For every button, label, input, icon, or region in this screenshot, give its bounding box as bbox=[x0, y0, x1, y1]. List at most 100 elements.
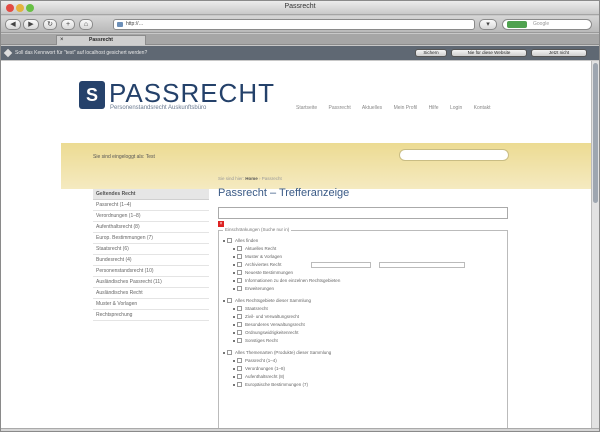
breadcrumb-current: Passrecht bbox=[261, 176, 282, 181]
bullet-icon bbox=[233, 331, 235, 334]
bullet-icon bbox=[233, 315, 235, 318]
page-title: Passrecht – Trefferanzeige bbox=[218, 187, 350, 199]
filter-checkbox[interactable] bbox=[237, 278, 242, 284]
browser-window: Passrecht ◀ ▶ ↻ + ⌂ http://… ▾ Google × … bbox=[0, 0, 600, 432]
filter-option-row: Alles finden bbox=[223, 237, 340, 245]
filter-option-row: Aufenthaltsrecht (8) bbox=[223, 373, 340, 381]
bullet-icon bbox=[233, 247, 235, 250]
sidebar-item[interactable]: Bundesrecht (4) bbox=[93, 255, 209, 266]
filter-option-label: Staatsrecht bbox=[245, 306, 268, 311]
filter-checkbox[interactable] bbox=[237, 314, 242, 320]
not-now-button[interactable]: Jetzt nicht bbox=[531, 49, 587, 57]
filter-checkbox[interactable] bbox=[227, 238, 232, 244]
sidebar-item[interactable]: Ausländisches Passrecht (11) bbox=[93, 277, 209, 288]
bullet-icon bbox=[233, 307, 235, 310]
filter-checkbox[interactable] bbox=[237, 330, 242, 336]
query-input[interactable] bbox=[218, 207, 508, 219]
filter-option-row: Muster & Vorlagen bbox=[223, 253, 340, 261]
sidebar-item[interactable]: Personenstandsrecht (10) bbox=[93, 266, 209, 277]
date-to-input[interactable] bbox=[379, 262, 465, 268]
password-infobar: Soll das Kennwort für "test" auf localho… bbox=[1, 46, 599, 60]
sidebar-item[interactable]: Rechtsprechung bbox=[93, 310, 209, 321]
expand-bullet-icon[interactable] bbox=[223, 239, 225, 242]
nav-item-login[interactable]: Login bbox=[450, 105, 462, 111]
filter-option-row: Europäische Bestimmungen (7) bbox=[223, 381, 340, 389]
scrollbar-thumb[interactable] bbox=[593, 63, 598, 203]
nav-item-kontakt[interactable]: Kontakt bbox=[474, 105, 491, 111]
save-password-button[interactable]: Sichern bbox=[415, 49, 447, 57]
expand-bullet-icon[interactable] bbox=[223, 299, 225, 302]
filter-checkbox[interactable] bbox=[237, 358, 242, 364]
filter-checkbox[interactable] bbox=[237, 262, 242, 268]
reload-button[interactable]: ↻ bbox=[43, 19, 57, 30]
home-icon[interactable]: ⌂ bbox=[79, 19, 93, 30]
filter-option-label: Europäische Bestimmungen (7) bbox=[245, 382, 309, 387]
bullet-icon bbox=[233, 287, 235, 290]
sidebar-item[interactable]: Ausländisches Recht bbox=[93, 288, 209, 299]
sidebar-item[interactable]: Passrecht (1–4) bbox=[93, 200, 209, 211]
nav-item-startseite[interactable]: Startseite bbox=[296, 105, 317, 111]
filter-option-label: Alles finden bbox=[235, 238, 259, 243]
filter-option-label: Aktuelles Recht bbox=[245, 246, 277, 251]
filter-checkbox[interactable] bbox=[237, 322, 242, 328]
search-field[interactable]: Google bbox=[502, 19, 592, 30]
filter-checkbox[interactable] bbox=[227, 298, 232, 304]
rss-button[interactable]: ▾ bbox=[479, 19, 497, 30]
header-band bbox=[61, 143, 591, 189]
sidebar-item[interactable]: Europ. Bestimmungen (7) bbox=[93, 233, 209, 244]
key-icon bbox=[3, 48, 13, 58]
never-save-button[interactable]: Nie für diese Website bbox=[451, 49, 527, 57]
web-page: S PASSRECHT Personenstandsrecht Auskunft… bbox=[1, 61, 591, 429]
bullet-icon bbox=[233, 383, 235, 386]
filter-checkbox[interactable] bbox=[237, 270, 242, 276]
top-navigation: Startseite Passrecht Aktuelles Mein Prof… bbox=[296, 105, 556, 111]
filter-option-label: Aufenthaltsrecht (8) bbox=[245, 374, 285, 379]
tab-close-button[interactable]: × bbox=[60, 36, 64, 45]
filter-option-row: Neueste Bestimmungen bbox=[223, 269, 340, 277]
nav-item-passrecht[interactable]: Passrecht bbox=[329, 105, 351, 111]
filter-legend: Einschränkungen (Suche nur in) bbox=[223, 227, 292, 232]
breadcrumb-prefix: Sie sind hier: bbox=[218, 176, 245, 181]
filter-checkbox[interactable] bbox=[237, 286, 242, 292]
filter-option-row: Informationen zu den einzelnen Rechtsgeb… bbox=[223, 277, 340, 285]
bullet-icon bbox=[233, 359, 235, 362]
forward-button[interactable]: ▶ bbox=[23, 19, 39, 30]
back-button[interactable]: ◀ bbox=[5, 19, 21, 30]
infobar-text: Soll das Kennwort für "test" auf localho… bbox=[15, 50, 148, 56]
filter-option-row: Sonstiges Recht bbox=[223, 337, 340, 345]
bullet-icon bbox=[233, 279, 235, 282]
sidebar-item[interactable]: Staatsrecht (6) bbox=[93, 244, 209, 255]
bullet-icon bbox=[233, 323, 235, 326]
add-bookmark-button[interactable]: + bbox=[61, 19, 75, 30]
address-bar[interactable]: http://… bbox=[113, 19, 475, 30]
sidebar-heading[interactable]: Geltendes Recht bbox=[93, 189, 209, 200]
google-icon bbox=[507, 21, 527, 28]
filter-option-label: Ordnungswidrigkeitenrecht bbox=[245, 330, 299, 335]
filter-checkbox[interactable] bbox=[237, 366, 242, 372]
sidebar-item[interactable]: Aufenthaltsrecht (8) bbox=[93, 222, 209, 233]
filter-checkbox[interactable] bbox=[237, 246, 242, 252]
sidebar-item[interactable]: Muster & Vorlagen bbox=[93, 299, 209, 310]
vertical-scrollbar[interactable] bbox=[591, 61, 599, 429]
filter-option-row: Erweiterungen bbox=[223, 285, 340, 293]
expand-bullet-icon[interactable] bbox=[223, 351, 225, 354]
filter-checkbox[interactable] bbox=[237, 382, 242, 388]
filter-checkbox[interactable] bbox=[237, 254, 242, 260]
bullet-icon bbox=[233, 339, 235, 342]
sidebar-item[interactable]: Verordnungen (1–8) bbox=[93, 211, 209, 222]
tab-passrecht[interactable]: × Passrecht bbox=[56, 35, 146, 45]
nav-item-aktuelles[interactable]: Aktuelles bbox=[362, 105, 382, 111]
filter-checkbox[interactable] bbox=[237, 374, 242, 380]
breadcrumb-home[interactable]: Home bbox=[245, 176, 258, 181]
filter-checkbox[interactable] bbox=[227, 350, 232, 356]
nav-item-hilfe[interactable]: Hilfe bbox=[429, 105, 439, 111]
date-from-input[interactable] bbox=[311, 262, 371, 268]
breadcrumb: Sie sind hier: Home › Passrecht bbox=[218, 176, 282, 181]
filter-option-row: Zivil- und Verwaltungsrecht bbox=[223, 313, 340, 321]
filter-option-label: Verordnungen (1–8) bbox=[245, 366, 286, 371]
site-search-input[interactable] bbox=[399, 149, 509, 161]
title-bar[interactable]: Passrecht bbox=[1, 1, 599, 15]
filter-checkbox[interactable] bbox=[237, 306, 242, 312]
nav-item-profil[interactable]: Mein Profil bbox=[394, 105, 418, 111]
filter-checkbox[interactable] bbox=[237, 338, 242, 344]
